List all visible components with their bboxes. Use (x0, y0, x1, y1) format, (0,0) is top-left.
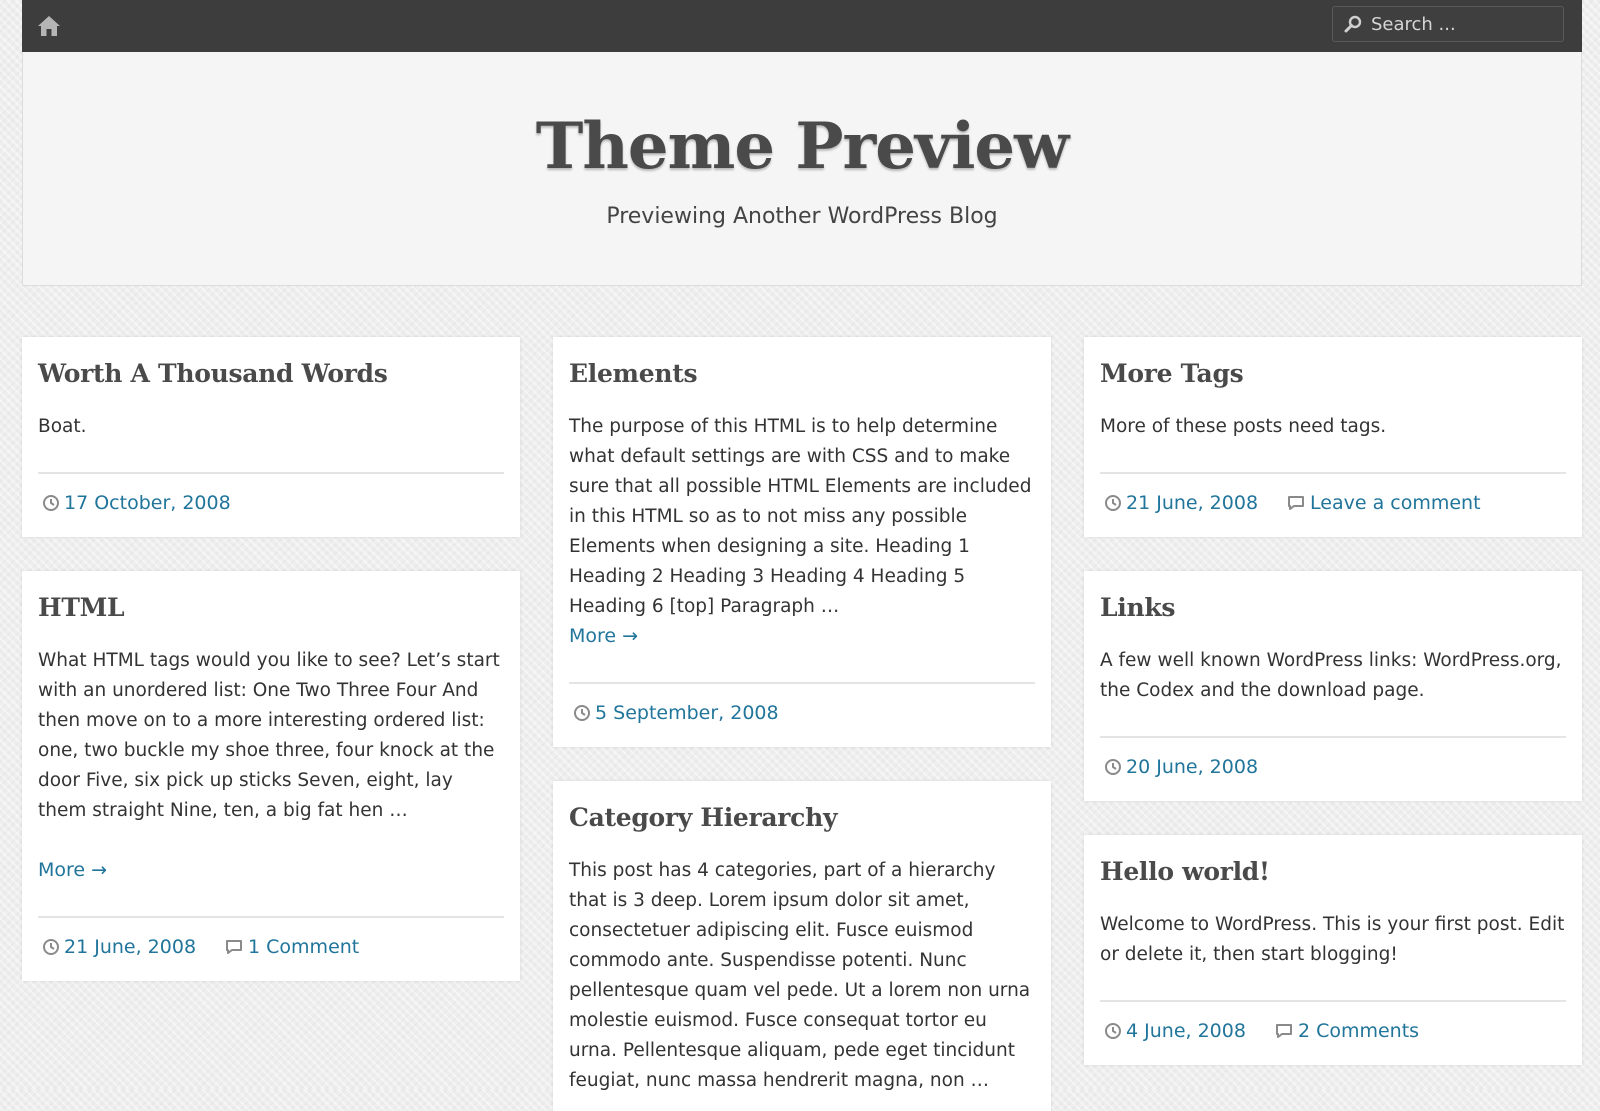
post-meta: 5 September, 2008 (573, 702, 1035, 724)
post-date: 20 June, 2008 (1126, 756, 1259, 778)
clock-icon (1105, 495, 1121, 511)
post-title[interactable]: HTML (38, 593, 504, 622)
comment-count: Leave a comment (1310, 492, 1481, 514)
post-meta: 4 June, 2008 2 Comments (1104, 1020, 1566, 1042)
post-divider (569, 682, 1035, 684)
post-excerpt: What HTML tags would you like to see? Le… (38, 650, 500, 821)
post-divider (38, 916, 504, 918)
post-excerpt: Welcome to WordPress. This is your first… (1100, 914, 1565, 965)
comment-icon (1275, 1024, 1292, 1038)
post-divider (1100, 736, 1566, 738)
post-date-link[interactable]: 17 October, 2008 (42, 492, 231, 514)
post-divider (1100, 472, 1566, 474)
post-meta: 21 June, 2008 Leave a comment (1104, 492, 1566, 514)
comment-icon (226, 940, 243, 954)
read-more-link[interactable]: More → (569, 625, 638, 647)
post-card: Category Hierarchy This post has 4 categ… (553, 781, 1051, 1111)
post-excerpt: The purpose of this HTML is to help dete… (569, 416, 1032, 617)
search-input[interactable] (1371, 7, 1557, 41)
search-box[interactable] (1332, 6, 1564, 42)
read-more-link[interactable]: More → (38, 859, 107, 881)
clock-icon (43, 495, 59, 511)
clock-icon (1105, 1023, 1121, 1039)
post-title[interactable]: Links (1100, 593, 1566, 622)
post-date-link[interactable]: 21 June, 2008 (42, 936, 196, 958)
post-title[interactable]: Hello world! (1100, 857, 1566, 886)
site-description: Previewing Another WordPress Blog (606, 204, 998, 229)
site-header: Theme Preview Previewing Another WordPre… (22, 52, 1582, 286)
comment-icon (1288, 496, 1305, 510)
post-date-link[interactable]: 20 June, 2008 (1104, 756, 1258, 778)
site-title[interactable]: Theme Preview (23, 111, 1581, 182)
post-date: 21 June, 2008 (64, 936, 197, 958)
search-icon (1344, 15, 1362, 33)
post-card: Hello world! Welcome to WordPress. This … (1084, 835, 1582, 1065)
comment-count: 1 Comment (248, 936, 360, 958)
clock-icon (43, 939, 59, 955)
post-date: 4 June, 2008 (1126, 1020, 1246, 1042)
post-title[interactable]: Worth A Thousand Words (38, 359, 504, 388)
post-meta: 17 October, 2008 (42, 492, 504, 514)
home-icon[interactable] (36, 13, 62, 39)
post-date-link[interactable]: 5 September, 2008 (573, 702, 779, 724)
post-excerpt: A few well known WordPress links: WordPr… (1100, 650, 1562, 701)
post-meta: 21 June, 2008 1 Comment (42, 936, 504, 958)
post-date: 21 June, 2008 (1126, 492, 1259, 514)
top-bar (22, 0, 1582, 53)
post-date-link[interactable]: 4 June, 2008 (1104, 1020, 1246, 1042)
clock-icon (574, 705, 590, 721)
clock-icon (1105, 759, 1121, 775)
post-title[interactable]: Category Hierarchy (569, 803, 1035, 832)
post-card: HTML What HTML tags would you like to se… (22, 571, 520, 981)
post-excerpt: Boat. (38, 416, 87, 437)
post-date-link[interactable]: 21 June, 2008 (1104, 492, 1258, 514)
comments-link[interactable]: 1 Comment (224, 936, 359, 958)
comments-link[interactable]: 2 Comments (1274, 1020, 1419, 1042)
post-excerpt: More of these posts need tags. (1100, 416, 1387, 437)
post-title[interactable]: Elements (569, 359, 1035, 388)
post-meta: 20 June, 2008 (1104, 756, 1566, 778)
post-card: Elements The purpose of this HTML is to … (553, 337, 1051, 747)
post-excerpt: This post has 4 categories, part of a hi… (569, 860, 1031, 1091)
post-date: 5 September, 2008 (595, 702, 779, 724)
post-divider (38, 472, 504, 474)
comments-link[interactable]: Leave a comment (1286, 492, 1481, 514)
post-divider (1100, 1000, 1566, 1002)
comment-count: 2 Comments (1297, 1020, 1420, 1042)
post-card: Links A few well known WordPress links: … (1084, 571, 1582, 801)
post-card: Worth A Thousand Words Boat. 17 October,… (22, 337, 520, 537)
post-date: 17 October, 2008 (64, 492, 231, 514)
post-title[interactable]: More Tags (1100, 359, 1566, 388)
post-card: More Tags More of these posts need tags.… (1084, 337, 1582, 537)
